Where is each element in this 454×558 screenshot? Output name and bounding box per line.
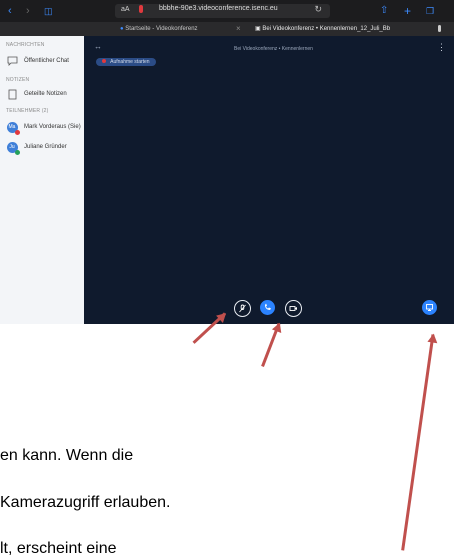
tab-startpage[interactable]: ● Startseite - Videokonferenz (120, 22, 230, 36)
microphone-icon (139, 5, 143, 13)
notes-icon (6, 88, 18, 100)
body-text-line: en kann. Wenn die (0, 447, 134, 464)
chat-icon (6, 55, 18, 67)
body-text-line: Kamerazugriff erlauben. (0, 494, 171, 511)
messages-heading: NACHRICHTEN (6, 42, 45, 48)
share-icon[interactable]: ⇧ (380, 4, 388, 18)
screenshot: ‹ › ◫ aA bbbhe-90e3.videoconference.isen… (0, 0, 454, 324)
reader-aa-button[interactable]: aA (121, 6, 130, 13)
participant-item[interactable]: Ju Juliane Gründer (6, 140, 67, 155)
avatar: Ju (6, 141, 20, 155)
presentation-button[interactable] (422, 300, 437, 315)
tab-microphone-icon (438, 25, 441, 32)
status-badge (14, 149, 20, 155)
tab-videoconference[interactable]: ▣ Bei Videokonferenz • Kennenlernen_12_J… (255, 22, 430, 36)
users-toggle-icon[interactable]: ↔ (94, 42, 102, 51)
annotation-arrow (401, 334, 435, 551)
back-icon[interactable]: ‹ (8, 4, 12, 18)
participant-item[interactable]: Ma Mark Vorderaus (Sie) (6, 120, 81, 135)
sidebar-toggle-icon[interactable]: ◫ (44, 4, 53, 18)
shared-notes-item[interactable]: Geteilte Notizen (6, 87, 67, 101)
body-text-line: lt, erscheint eine (0, 540, 117, 557)
record-dot-icon (102, 59, 106, 63)
new-tab-icon[interactable]: + (404, 4, 411, 18)
public-chat-item[interactable]: Öffentlicher Chat (6, 54, 69, 68)
forward-icon[interactable]: › (26, 4, 30, 18)
notes-heading: NOTIZEN (6, 77, 30, 83)
tab-favicon-icon: ● (120, 26, 124, 32)
reload-icon[interactable]: ↻ (314, 4, 322, 15)
microphone-muted-icon (239, 304, 246, 313)
camera-icon (289, 306, 297, 311)
tab-bar: ● Startseite - Videokonferenz × ▣ Bei Vi… (0, 22, 454, 36)
browser-toolbar: ‹ › ◫ aA bbbhe-90e3.videoconference.isen… (0, 0, 454, 22)
address-bar[interactable]: aA bbbhe-90e3.videoconference.isenc.eu ↻ (115, 4, 330, 18)
url-text: bbbhe-90e3.videoconference.isenc.eu (159, 5, 278, 12)
tabs-overview-icon[interactable]: ❐ (426, 4, 434, 18)
status-badge (14, 129, 20, 135)
leave-audio-button[interactable] (260, 300, 275, 315)
meeting-area: ↔ Bei Videokonferenz • Kennenlernen ⋮ Au… (84, 36, 454, 324)
annotation-arrow (261, 322, 281, 367)
recording-button[interactable]: Aufnahme starten (96, 58, 156, 66)
more-options-icon[interactable]: ⋮ (437, 42, 446, 53)
camera-button[interactable] (285, 300, 302, 317)
phone-icon (265, 303, 271, 310)
participants-heading: TEILNEHMER (2) (6, 108, 49, 114)
sidebar: NACHRICHTEN Öffentlicher Chat NOTIZEN Ge… (0, 36, 84, 324)
screen-icon (426, 304, 433, 311)
microphone-button[interactable] (234, 300, 251, 317)
tab-favicon-icon: ▣ (255, 26, 261, 32)
close-tab-icon[interactable]: × (236, 24, 241, 33)
meeting-title: Bei Videokonferenz • Kennenlernen (234, 46, 313, 52)
avatar: Ma (6, 121, 20, 135)
